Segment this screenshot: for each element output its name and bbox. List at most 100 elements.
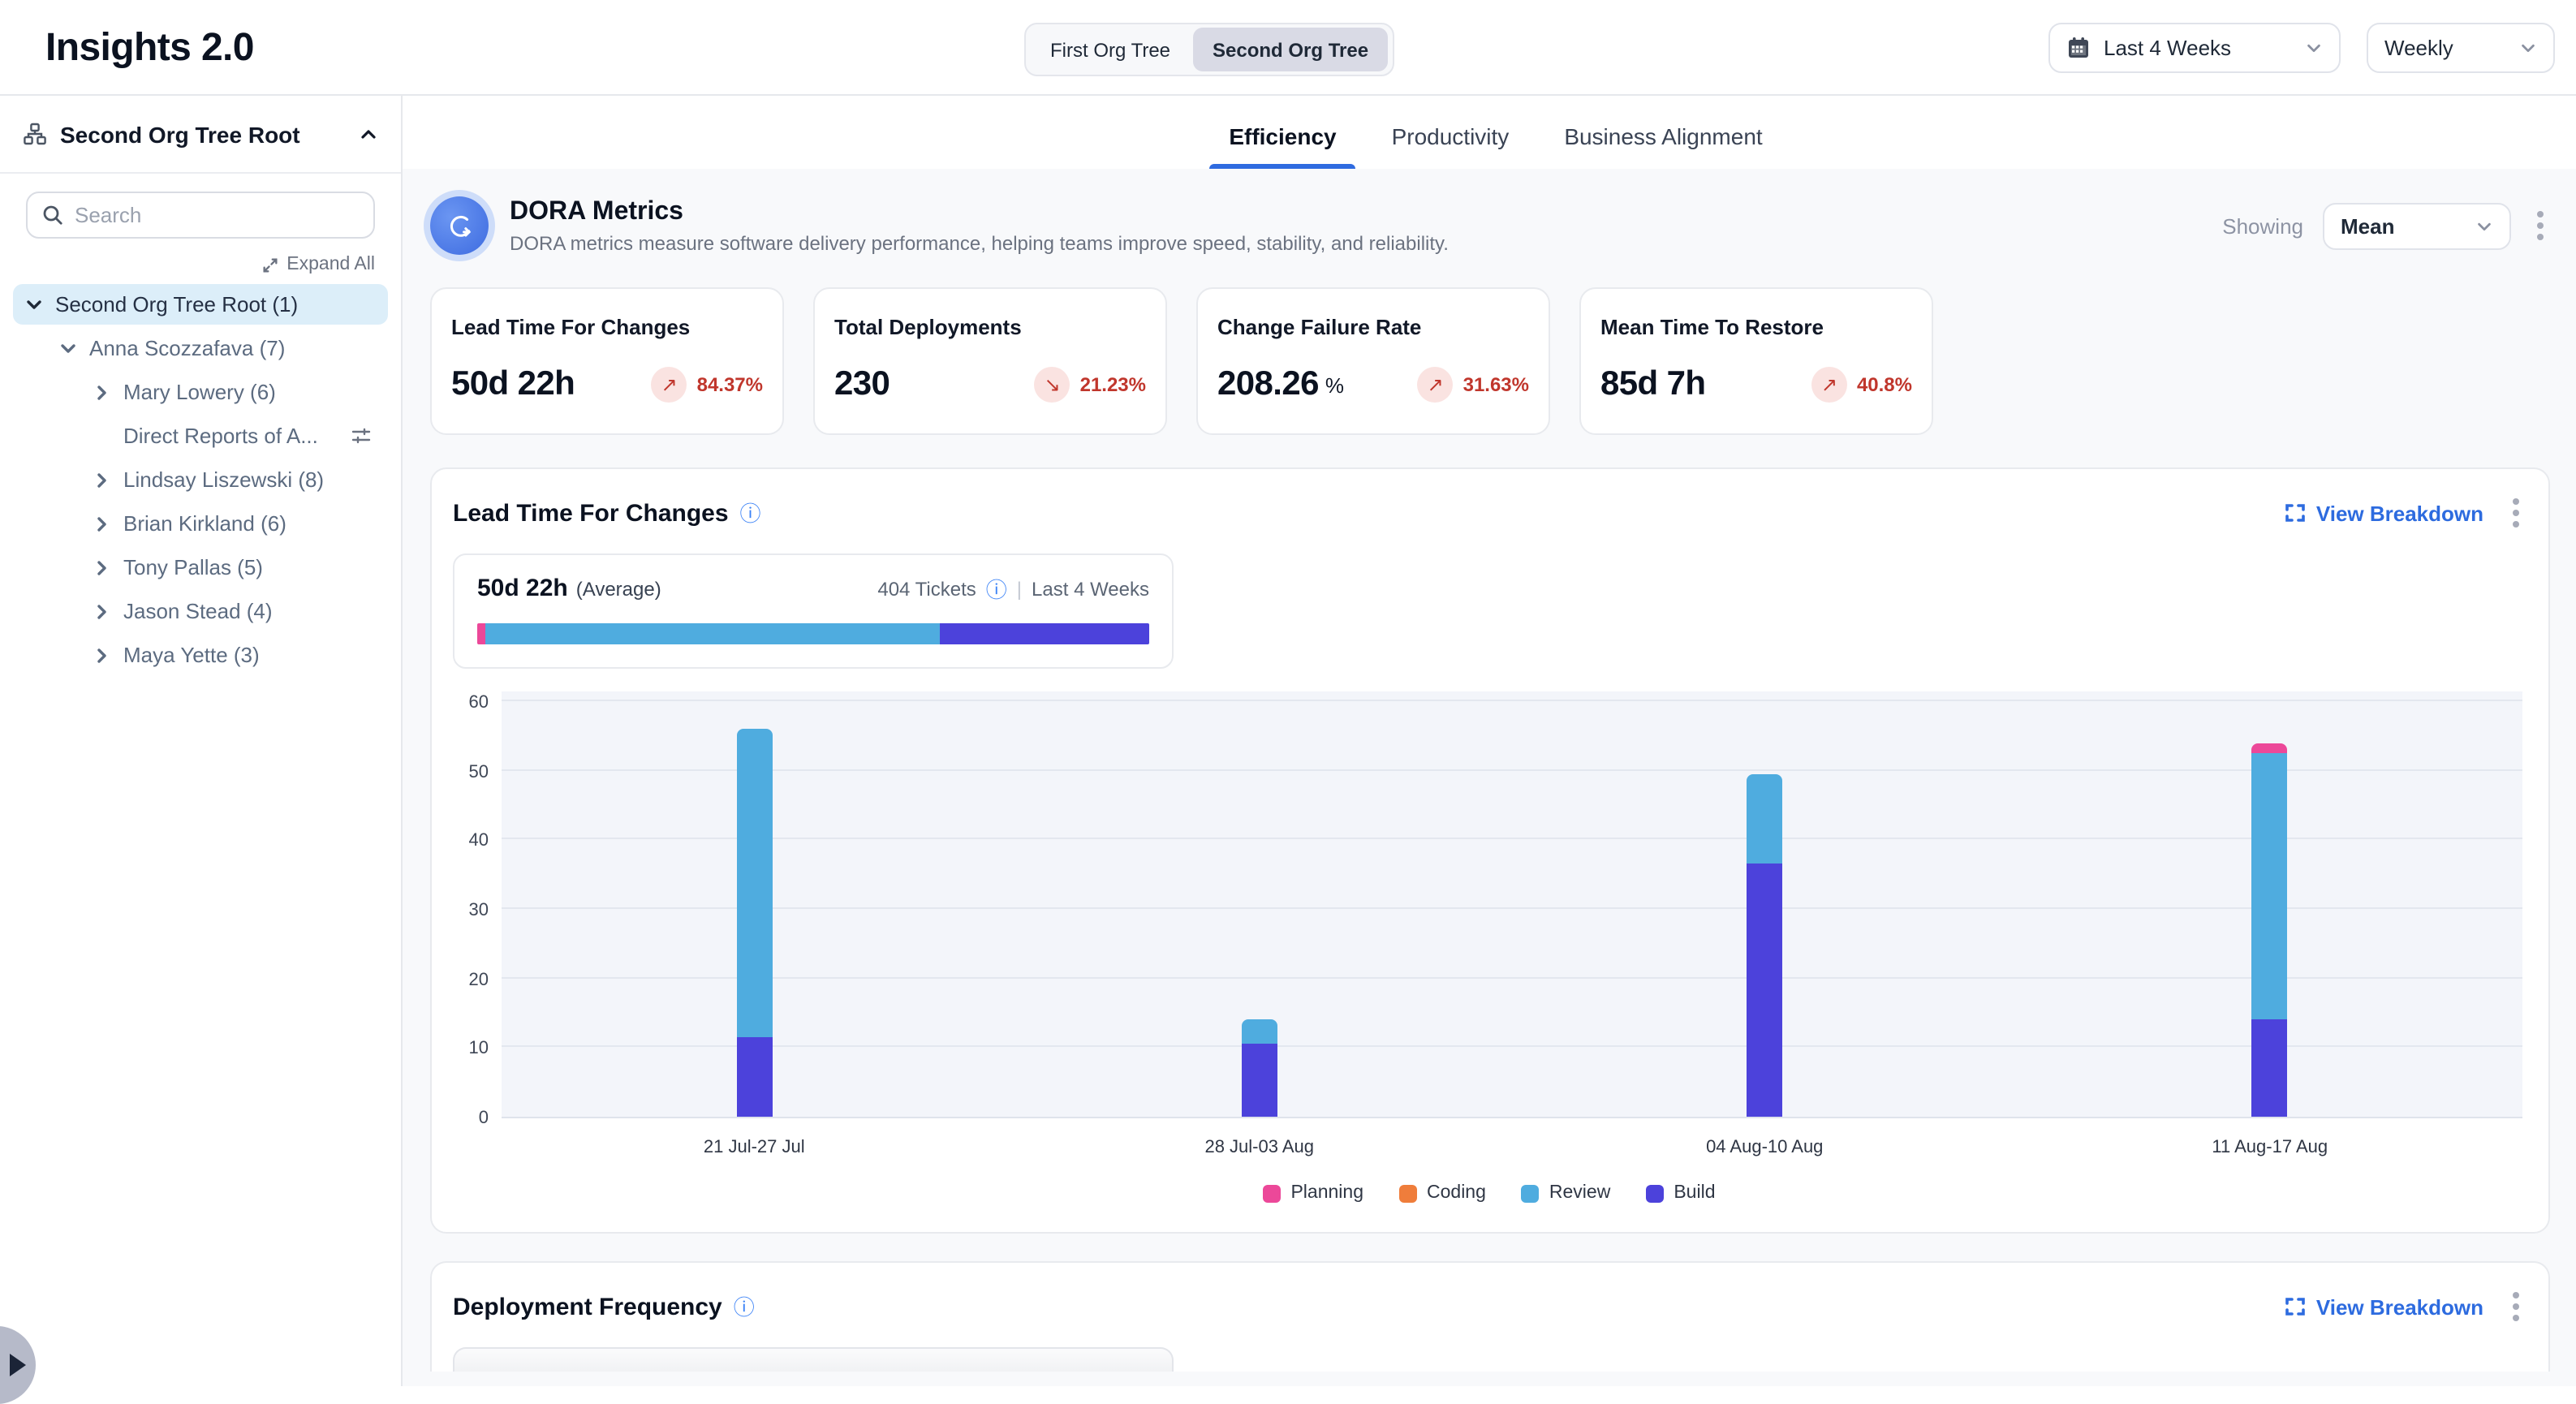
trend-badge: ↗40.8% (1811, 367, 1912, 403)
showing-label: Showing (2222, 213, 2303, 238)
filter-sliders-icon[interactable] (351, 425, 372, 446)
chevron-right-icon[interactable] (91, 600, 114, 622)
trend-down-icon: ↘ (1035, 367, 1070, 403)
legend-item-build[interactable]: Build (1646, 1183, 1715, 1203)
tree-item[interactable]: Mary Lowery (6) (13, 372, 388, 412)
info-icon[interactable]: ⓘ (740, 502, 761, 523)
tree-item-label: Mary Lowery (6) (123, 380, 276, 404)
app: Insights 2.0 First Org TreeSecond Org Tr… (0, 0, 2576, 1386)
org-toggle-option-first-org-tree[interactable]: First Org Tree (1031, 28, 1190, 71)
main-area: Efficiency Productivity Business Alignment… (403, 96, 2576, 1386)
x-tick-label: 21 Jul-27 Jul (502, 1118, 1007, 1157)
tree-item-label: Brian Kirkland (6) (123, 511, 286, 536)
summary-period: Last 4 Weeks (1032, 578, 1149, 601)
tab-productivity[interactable]: Productivity (1392, 123, 1510, 169)
date-range-value: Last 4 Weeks (2104, 36, 2231, 60)
legend-item-review[interactable]: Review (1522, 1183, 1610, 1203)
tree-item[interactable]: Brian Kirkland (6) (13, 503, 388, 544)
expand-all-label: Expand All (286, 255, 375, 274)
chevron-down-icon[interactable] (57, 337, 80, 360)
info-icon[interactable]: ⓘ (986, 579, 1007, 600)
view-breakdown-button[interactable]: View Breakdown (2285, 1294, 2483, 1319)
lead-time-section: Lead Time For Changes ⓘ View Breakdown (430, 467, 2550, 1234)
bar-segment-review (1747, 774, 1782, 864)
info-icon[interactable]: ⓘ (734, 1296, 755, 1317)
search-box[interactable] (26, 192, 375, 239)
kebab-menu-icon[interactable] (2506, 492, 2526, 534)
org-toggle-option-second-org-tree[interactable]: Second Org Tree (1193, 28, 1388, 71)
legend-item-coding[interactable]: Coding (1399, 1183, 1486, 1203)
tree-item[interactable]: Direct Reports of A... (13, 416, 388, 456)
x-axis-labels: 21 Jul-27 Jul28 Jul-03 Aug04 Aug-10 Aug1… (502, 1118, 2522, 1157)
stacked-bar[interactable] (1242, 1020, 1277, 1117)
expand-arrows-icon (261, 256, 278, 273)
chart-legend: Planning Coding Review Build (456, 1157, 2522, 1216)
plot-area (502, 691, 2522, 1118)
trend-value: 31.63% (1463, 373, 1529, 396)
legend-swatch (1263, 1184, 1281, 1202)
bar-slot (2018, 691, 2523, 1117)
summary-value: 50d 22h (477, 575, 568, 602)
sidebar-collapse-handle[interactable] (0, 1326, 36, 1404)
summary-qualifier: (Average) (576, 578, 661, 601)
trend-value: 21.23% (1080, 373, 1146, 396)
metric-card: Mean Time To Restore85d 7h↗40.8% (1579, 287, 1933, 435)
phase-distribution-bar (477, 623, 1149, 644)
stacked-bar[interactable] (736, 729, 772, 1117)
granularity-select[interactable]: Weekly (2367, 23, 2555, 73)
chevron-right-icon[interactable] (91, 381, 114, 403)
tree-item[interactable]: Jason Stead (4) (13, 591, 388, 631)
tree-item[interactable]: Anna Scozzafava (7) (13, 328, 388, 368)
lead-time-chart: 0102030405060 21 Jul-27 Jul28 Jul-03 Aug… (456, 691, 2522, 1216)
search-input[interactable] (75, 203, 359, 227)
bar-segment-build (736, 1037, 772, 1117)
tree-item[interactable]: Second Org Tree Root (1) (13, 284, 388, 325)
sidebar-header: Second Org Tree Root (0, 96, 401, 174)
legend-item-planning[interactable]: Planning (1263, 1183, 1363, 1203)
tab-business-alignment[interactable]: Business Alignment (1564, 123, 1762, 169)
tree-item[interactable]: Tony Pallas (5) (13, 547, 388, 588)
bar-segment-review (1242, 1020, 1277, 1044)
tree-item-label: Lindsay Liszewski (8) (123, 467, 324, 492)
tree-item[interactable]: Maya Yette (3) (13, 635, 388, 675)
dora-header: DORA Metrics DORA metrics measure softwa… (430, 196, 2550, 255)
chevron-right-icon[interactable] (91, 512, 114, 535)
kebab-menu-icon[interactable] (2506, 1286, 2526, 1328)
stacked-bar[interactable] (1747, 774, 1782, 1117)
sidebar-header-title: Second Org Tree Root (60, 121, 346, 147)
trend-value: 40.8% (1857, 373, 1912, 396)
x-tick-label: 04 Aug-10 Aug (1512, 1118, 2018, 1157)
trend-up-icon: ↗ (1418, 367, 1454, 403)
page-title: Insights 2.0 (45, 26, 254, 71)
showing-value: Mean (2341, 213, 2394, 238)
metric-card-title: Lead Time For Changes (451, 315, 763, 339)
metric-card-title: Change Failure Rate (1217, 315, 1529, 339)
chevron-down-icon (2475, 217, 2493, 235)
chevron-right-icon[interactable] (91, 644, 114, 666)
y-tick-label: 10 (469, 1040, 489, 1059)
tree-item[interactable]: Lindsay Liszewski (8) (13, 459, 388, 500)
stacked-bar[interactable] (2252, 743, 2288, 1117)
content: DORA Metrics DORA metrics measure softwa… (403, 169, 2576, 1386)
chevron-up-icon[interactable] (359, 124, 378, 144)
chevron-right-icon[interactable] (91, 556, 114, 579)
expand-all-button[interactable]: Expand All (261, 255, 375, 274)
trend-up-icon: ↗ (652, 367, 687, 403)
y-tick-label: 60 (469, 693, 489, 713)
chevron-down-icon[interactable] (23, 293, 45, 316)
deployment-frequency-title: Deployment Frequency (453, 1293, 722, 1320)
metric-card-value: 85d 7h (1600, 365, 1705, 404)
indent-spacer (91, 424, 114, 447)
showing-select[interactable]: Mean (2323, 202, 2511, 249)
granularity-value: Weekly (2384, 36, 2453, 60)
tab-efficiency[interactable]: Efficiency (1229, 123, 1336, 169)
org-tree-toggle[interactable]: First Org TreeSecond Org Tree (1024, 23, 1394, 76)
metric-card: Lead Time For Changes50d 22h↗84.37% (430, 287, 784, 435)
date-range-select[interactable]: Last 4 Weeks (2048, 23, 2341, 73)
divider: | (1017, 578, 1022, 601)
view-breakdown-button[interactable]: View Breakdown (2285, 501, 2483, 525)
chevron-down-icon (2519, 39, 2537, 57)
metric-card: Change Failure Rate208.26%↗31.63% (1196, 287, 1550, 435)
chevron-right-icon[interactable] (91, 468, 114, 491)
kebab-menu-icon[interactable] (2531, 205, 2550, 247)
